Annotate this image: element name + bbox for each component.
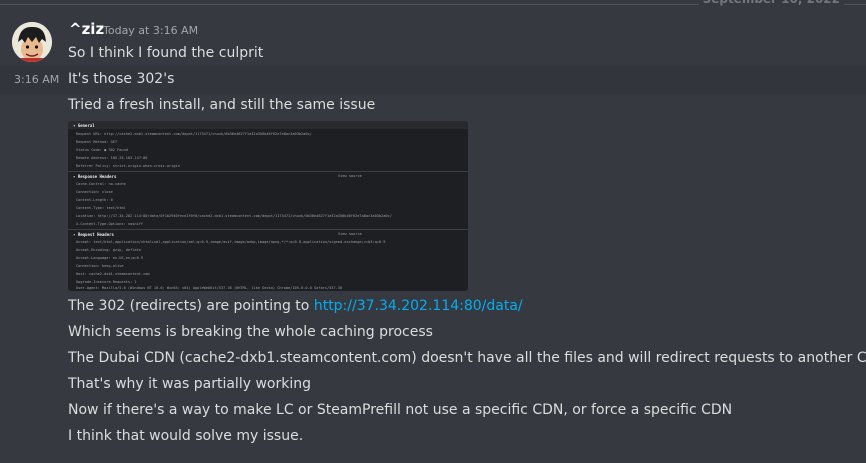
date-divider: September 10, 2022 [0,0,866,10]
link-prefix: The 302 (redirects) are pointing to [68,298,314,314]
message-timestamp: Today at 3:16 AM [103,24,199,37]
general-header: ▾ General [73,123,95,128]
devtools-row: User-Agent: Mozilla/5.0 (Windows NT 10.0… [76,286,343,290]
message-line: It's those 302's [68,71,175,87]
attachment-topbar [68,121,468,129]
devtools-row: Cache-Control: no-cache [76,182,126,186]
devtools-row: Connection: keep-alive [76,264,124,268]
message-line: That's why it was partially working [68,376,311,392]
message-line: Tried a fresh install, and still the sam… [68,97,376,113]
section-separator [68,229,468,230]
devtools-row: Content-Length: 0 [76,198,113,202]
message-line: The Dubai CDN (cache2-dxb1.steamcontent.… [68,350,866,366]
devtools-row: Upgrade-Insecure-Requests: 1 [76,280,137,284]
avatar[interactable] [12,22,52,62]
divider-date: September 10, 2022 [698,0,844,8]
image-attachment[interactable]: ▾ General Request URL: http://cache2-dxb… [68,121,468,291]
response-headers-header: ▾ Response Headers [73,174,117,179]
message-line: So I think I found the culprit [68,45,264,61]
devtools-row: Status Code: ● 302 Found [76,148,128,152]
avatar-icon [12,22,52,62]
devtools-row: Host: cache2-dxb1.steamcontent.com [76,272,150,276]
devtools-row: Referrer Policy: strict-origin-when-cros… [76,164,180,168]
devtools-row: X-Content-Type-Options: nosniff [76,222,144,226]
view-source-link: View source [338,232,362,236]
devtools-row: Accept: text/html,application/xhtml+xml,… [76,240,386,244]
message-line: Which seems is breaking the whole cachin… [68,324,433,340]
devtools-row: Remote Address: 185.25.183.147:80 [76,156,148,160]
message-line-with-link: The 302 (redirects) are pointing to http… [68,296,523,316]
devtools-row: Accept-Language: en-US,en;q=0.9 [76,256,144,260]
devtools-row: Location: http://37.34.202.114:80/data/0… [76,214,392,218]
devtools-row: Accept-Encoding: gzip, deflate [76,248,141,252]
redirect-link[interactable]: http://37.34.202.114:80/data/ [314,298,523,314]
message-line: Now if there's a way to make LC or Steam… [68,402,733,418]
hover-timestamp: 3:16 AM [14,73,60,86]
request-headers-header: ▾ Request Headers [73,232,114,237]
devtools-row: Content-Type: text/html [76,206,126,210]
username[interactable]: ^ziz [69,19,104,39]
message-line: I think that would solve my issue. [68,428,304,444]
devtools-row: Request Method: GET [76,140,118,144]
devtools-row: Connection: close [76,190,113,194]
devtools-row: Request URL: http://cache2-dxb1.steamcon… [76,132,312,136]
view-source-link: View source [338,174,362,178]
section-separator [68,171,468,172]
